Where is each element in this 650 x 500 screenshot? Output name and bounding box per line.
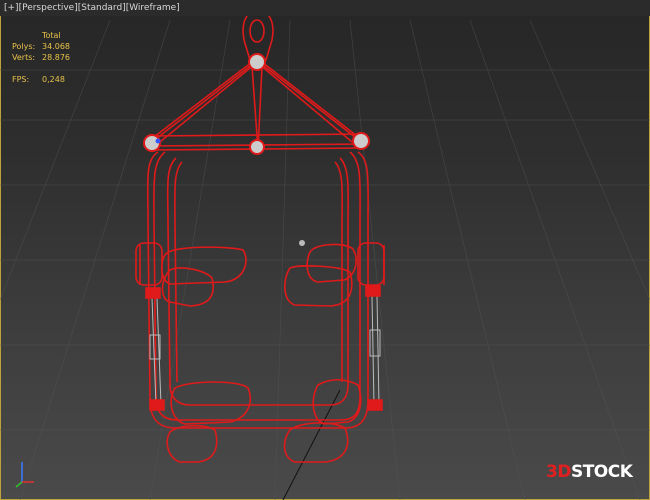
outer-frame[interactable] (146, 151, 369, 429)
stats-header: Total (42, 31, 61, 40)
viewport-menu-button[interactable]: [+] (4, 3, 19, 14)
lower-left-pad[interactable] (170, 381, 252, 425)
polys-value: 34.068 (42, 42, 70, 51)
upper-left-pad[interactable] (160, 246, 247, 285)
verts-label: Verts: (12, 53, 36, 62)
shading-preset-button[interactable]: [Standard] (78, 3, 126, 14)
view-mode-button[interactable]: [Perspective] (19, 3, 78, 14)
verts-value: 28.876 (42, 53, 70, 62)
polys-label: Polys: (12, 42, 36, 51)
lower-right-pad[interactable] (312, 378, 362, 425)
watermark-logo: 3DSTOCK (546, 462, 633, 482)
perspective-viewport[interactable]: [+] [Perspective] [Standard] [Wireframe]… (0, 0, 650, 500)
viewport-label-menu[interactable]: [+] [Perspective] [Standard] [Wireframe] (4, 3, 180, 14)
watermark-prefix: 3D (546, 462, 571, 482)
upper-right-pad[interactable] (306, 243, 357, 283)
fps-value: 0,248 (42, 75, 65, 84)
watermark-suffix: STOCK (570, 462, 633, 482)
wireframe-model[interactable] (135, 9, 385, 463)
hook-loop[interactable] (242, 9, 274, 61)
right-strap (258, 61, 366, 146)
display-mode-button[interactable]: [Wireframe] (126, 3, 180, 14)
xyz-axis-icon (15, 462, 34, 488)
right-strut (369, 295, 381, 406)
world-axis-line (282, 389, 341, 500)
left-strap (147, 61, 256, 146)
viewport-scene[interactable] (0, 0, 650, 500)
scene-statistics: Total Polys: 34.068 Verts: 28.876 FPS: 0,24… (12, 30, 70, 85)
fps-label: FPS: (12, 75, 30, 84)
